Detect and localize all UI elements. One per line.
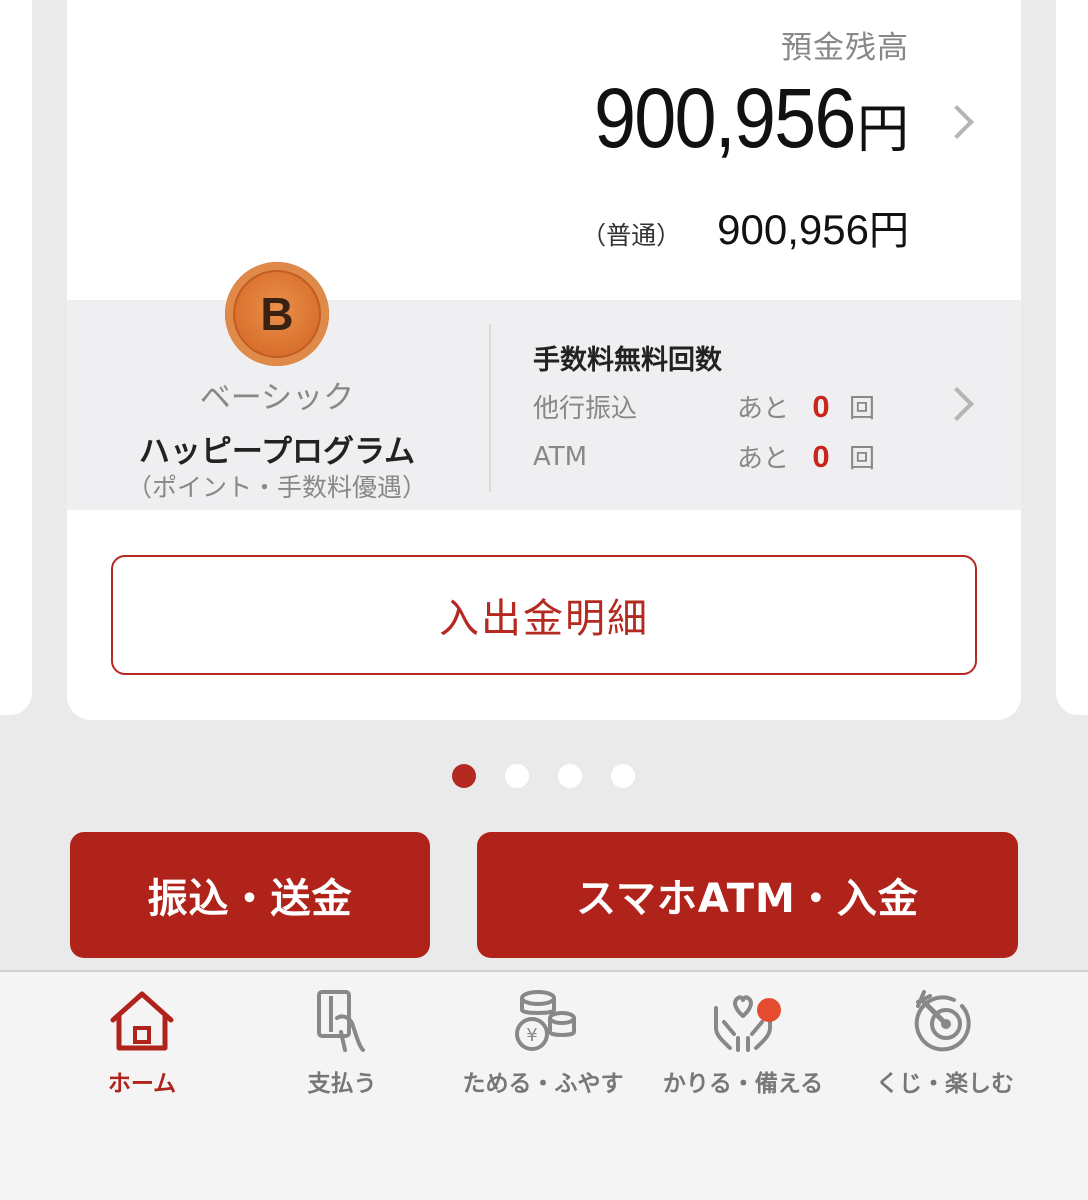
fee-name: ATM bbox=[533, 441, 588, 472]
fee-row-transfer: 他行振込 あと 0 回 bbox=[533, 388, 875, 425]
fee-unit: 回 bbox=[849, 394, 876, 424]
tab-pay-label: 支払う bbox=[307, 1071, 377, 1097]
account-card: 預金残高 900,956 円 （普通） 900,956円 B ベーシック ハッピ… bbox=[67, 0, 1021, 720]
account-row: （普通） 900,956円 bbox=[581, 198, 909, 256]
fee-unit: 回 bbox=[849, 444, 876, 474]
tab-lottery-label: くじ・楽しむ bbox=[876, 1071, 1014, 1097]
account-amount: 900,956 bbox=[717, 206, 869, 253]
page-dot-2[interactable] bbox=[505, 764, 529, 788]
tab-save[interactable]: ¥ ためる・ふやす bbox=[443, 988, 643, 1098]
balance-currency: 円 bbox=[856, 100, 909, 160]
tab-pay[interactable]: 支払う bbox=[242, 988, 442, 1098]
tab-home[interactable]: ホーム bbox=[42, 988, 242, 1098]
smartphone-atm-button[interactable]: スマホATM・入金 bbox=[477, 832, 1018, 958]
fee-prefix: あと bbox=[737, 444, 790, 474]
program-name: ハッピープログラム bbox=[138, 434, 416, 470]
account-type: （普通） bbox=[581, 221, 682, 250]
page-dot-4[interactable] bbox=[611, 764, 635, 788]
transfer-button-label: 振込・送金 bbox=[147, 876, 353, 922]
coins-icon: ¥ bbox=[515, 990, 576, 1051]
notification-dot bbox=[757, 998, 781, 1022]
home-icon bbox=[110, 991, 174, 1051]
bottom-tab-bar: ホーム 支払う ¥ ためる・ふやす かりる・備える くじ・楽しむ bbox=[0, 970, 1088, 1200]
account-currency: 円 bbox=[869, 208, 909, 254]
previous-card-peek[interactable] bbox=[0, 0, 32, 715]
tab-home-label: ホーム bbox=[107, 1071, 177, 1097]
divider bbox=[489, 324, 491, 492]
program-subtitle: （ポイント・手数料優遇） bbox=[126, 473, 427, 502]
fee-count: 0 bbox=[812, 438, 830, 474]
balance-amount[interactable]: 900,956 円 bbox=[565, 70, 909, 167]
page-dot-1[interactable] bbox=[452, 764, 476, 788]
tab-borrow[interactable]: かりる・備える bbox=[643, 988, 843, 1098]
smartphone-atm-button-label: スマホATM・入金 bbox=[576, 876, 919, 922]
balance-label: 預金残高 bbox=[781, 30, 909, 66]
transaction-history-label: 入出金明細 bbox=[439, 596, 649, 642]
fee-row-atm: ATM あと 0 回 bbox=[533, 438, 875, 475]
tier-label: ベーシック bbox=[199, 380, 355, 416]
balance-value: 900,956 bbox=[594, 71, 856, 165]
page-dot-3[interactable] bbox=[558, 764, 582, 788]
tab-lottery[interactable]: くじ・楽しむ bbox=[845, 988, 1045, 1098]
fee-prefix: あと bbox=[737, 394, 790, 424]
screen: 預金残高 900,956 円 （普通） 900,956円 B ベーシック ハッピ… bbox=[0, 0, 1088, 1200]
transaction-history-button[interactable]: 入出金明細 bbox=[111, 555, 977, 675]
tier-badge-letter: B bbox=[260, 288, 294, 340]
card-hand-icon bbox=[317, 990, 365, 1052]
program-section[interactable]: B ベーシック ハッピープログラム （ポイント・手数料優遇） 手数料無料回数 他… bbox=[67, 262, 1021, 510]
svg-text:¥: ¥ bbox=[526, 1025, 537, 1046]
page-indicator bbox=[452, 764, 635, 788]
fee-title: 手数料無料回数 bbox=[533, 345, 722, 376]
tab-borrow-label: かりる・備える bbox=[662, 1071, 824, 1097]
fee-count: 0 bbox=[812, 388, 830, 424]
next-card-peek[interactable] bbox=[1056, 0, 1088, 715]
transfer-button[interactable]: 振込・送金 bbox=[70, 832, 430, 958]
tab-save-label: ためる・ふやす bbox=[462, 1071, 624, 1097]
tier-badge: B bbox=[225, 262, 329, 366]
chevron-right-icon[interactable] bbox=[940, 105, 974, 139]
fee-name: 他行振込 bbox=[533, 394, 638, 424]
target-icon bbox=[914, 990, 971, 1052]
